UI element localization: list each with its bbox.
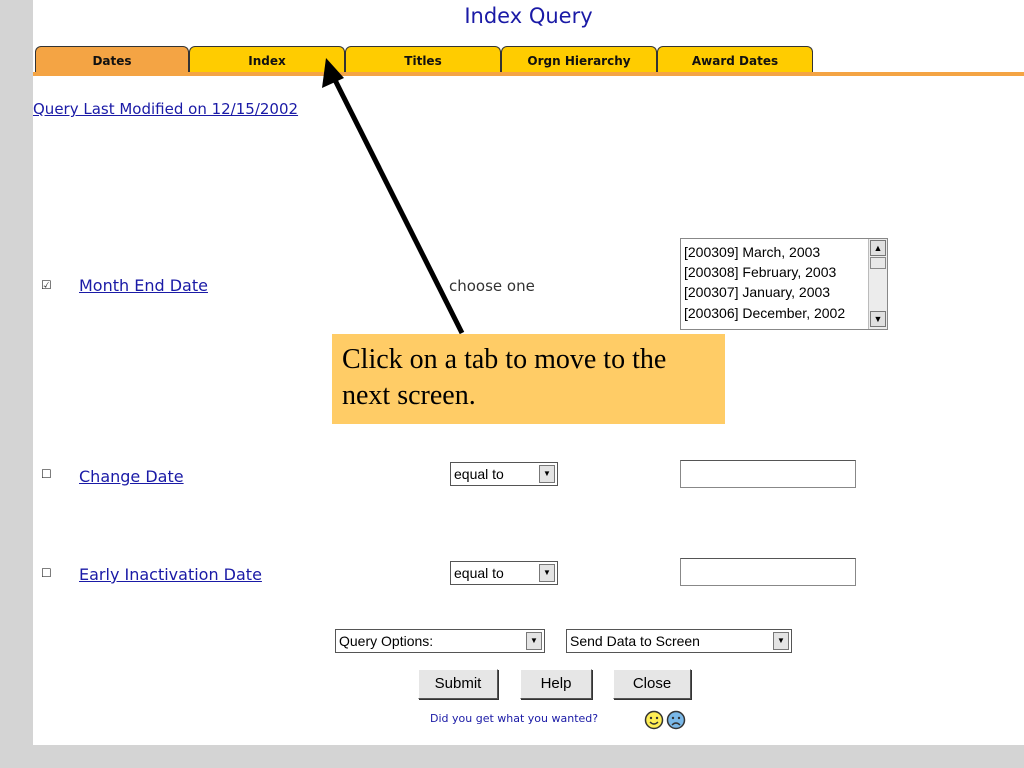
chevron-down-icon[interactable]: ▼ — [539, 564, 555, 582]
change-date-link[interactable]: Change Date — [79, 467, 184, 486]
scroll-thumb[interactable] — [870, 257, 886, 269]
change-date-operator-select[interactable]: equal to ▼ — [450, 462, 558, 486]
tab-orgn-hierarchy[interactable]: Orgn Hierarchy — [501, 46, 657, 72]
early-inactivation-input[interactable] — [680, 558, 856, 586]
choose-one-label: choose one — [449, 277, 535, 295]
smiley-icon[interactable] — [644, 710, 664, 730]
change-date-checkbox[interactable]: ☐ — [41, 467, 52, 481]
chevron-down-icon[interactable]: ▼ — [526, 632, 542, 650]
page-title: Index Query — [464, 4, 593, 28]
tab-index[interactable]: Index — [189, 46, 345, 72]
month-end-listbox[interactable]: [200309] March, 2003 [200308] February, … — [680, 238, 888, 330]
tab-award-dates[interactable]: Award Dates — [657, 46, 813, 72]
change-date-input[interactable] — [680, 460, 856, 488]
tab-dates[interactable]: Dates — [35, 46, 189, 72]
scroll-up-icon[interactable]: ▲ — [870, 240, 886, 256]
early-inactivation-operator-value: equal to — [454, 565, 504, 581]
tab-titles[interactable]: Titles — [345, 46, 501, 72]
list-item[interactable]: [200306] December, 2002 — [684, 305, 845, 321]
feedback-question: Did you get what you wanted? — [430, 712, 599, 725]
early-inactivation-date-link[interactable]: Early Inactivation Date — [79, 565, 262, 584]
list-item[interactable]: [200308] February, 2003 — [684, 264, 836, 280]
tutorial-callout: Click on a tab to move to the next scree… — [332, 334, 725, 424]
chevron-down-icon[interactable]: ▼ — [539, 465, 555, 483]
last-modified-link[interactable]: Query Last Modified on 12/15/2002 — [33, 100, 298, 118]
early-inactivation-operator-select[interactable]: equal to ▼ — [450, 561, 558, 585]
chevron-down-icon[interactable]: ▼ — [773, 632, 789, 650]
change-date-operator-value: equal to — [454, 466, 504, 482]
close-button[interactable]: Close — [613, 669, 691, 699]
list-item[interactable]: [200307] January, 2003 — [684, 284, 830, 300]
frown-icon[interactable] — [666, 710, 686, 730]
query-options-select[interactable]: Query Options: ▼ — [335, 629, 545, 653]
submit-button[interactable]: Submit — [418, 669, 498, 699]
query-options-value: Query Options: — [339, 633, 434, 649]
list-item[interactable]: [200309] March, 2003 — [684, 244, 820, 260]
help-button[interactable]: Help — [520, 669, 592, 699]
scroll-down-icon[interactable]: ▼ — [870, 311, 886, 327]
send-data-value: Send Data to Screen — [570, 633, 700, 649]
month-end-checkbox[interactable]: ☑ — [41, 278, 52, 292]
early-inactivation-checkbox[interactable]: ☐ — [41, 566, 52, 580]
month-end-date-link[interactable]: Month End Date — [79, 276, 208, 295]
listbox-scrollbar[interactable]: ▲ ▼ — [868, 239, 887, 329]
send-data-select[interactable]: Send Data to Screen ▼ — [566, 629, 792, 653]
